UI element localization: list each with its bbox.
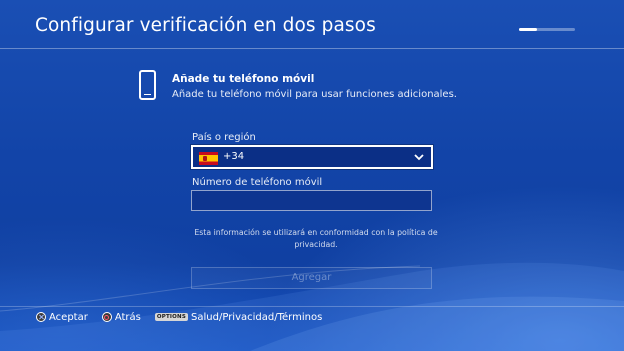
accept-hint[interactable]: Aceptar <box>36 312 88 323</box>
back-label: Atrás <box>114 311 141 323</box>
footer-hints: Aceptar Atrás OPTIONS Salud/Privacidad/T… <box>36 310 336 324</box>
chevron-down-icon <box>414 154 424 161</box>
step-progress-fill <box>519 28 538 31</box>
footer-divider <box>0 306 624 307</box>
privacy-note: Esta información se utilizará en conform… <box>194 228 438 249</box>
options-button-icon: OPTIONS <box>154 313 189 321</box>
country-code-value: +34 <box>223 151 245 162</box>
section-title: Añade tu teléfono móvil <box>172 73 315 85</box>
spain-flag-icon <box>199 151 218 165</box>
section-description: Añade tu teléfono móvil para usar funcio… <box>172 89 457 100</box>
options-hint[interactable]: OPTIONS Salud/Privacidad/Términos <box>154 311 323 323</box>
country-select[interactable]: +34 <box>191 145 433 169</box>
header-divider <box>0 48 624 49</box>
back-hint[interactable]: Atrás <box>101 311 141 323</box>
step-progress-bar <box>519 28 575 31</box>
cross-button-icon <box>36 312 46 322</box>
page-title: Configurar verificación en dos pasos <box>35 15 376 36</box>
phone-number-field[interactable] <box>191 190 432 211</box>
phone-label: Número de teléfono móvil <box>192 177 323 188</box>
country-label: País o región <box>192 132 256 143</box>
circle-button-icon <box>101 312 112 322</box>
options-label: Salud/Privacidad/Términos <box>191 311 323 323</box>
add-button[interactable]: Agregar <box>191 267 432 289</box>
accept-label: Aceptar <box>49 311 88 323</box>
phone-icon <box>139 70 156 100</box>
